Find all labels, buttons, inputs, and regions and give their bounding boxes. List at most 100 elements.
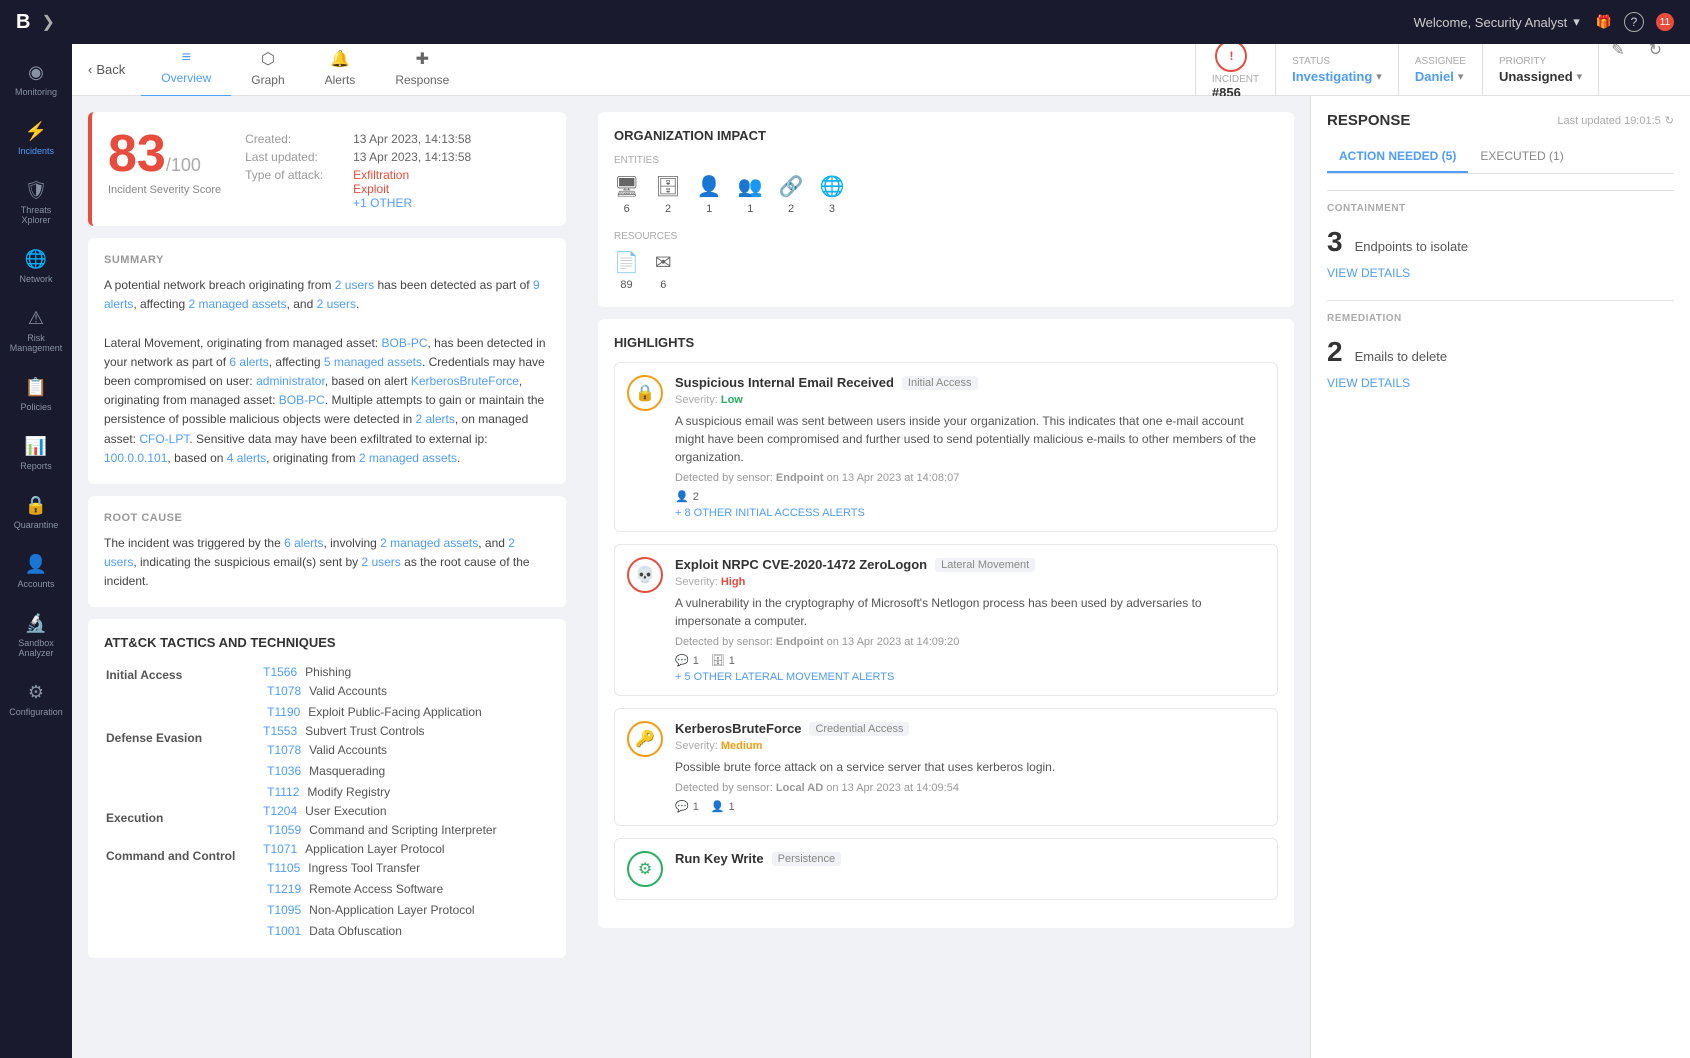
assignee-dropdown[interactable]: Daniel ▾ [1415, 69, 1466, 84]
user-icon: 👤 [697, 174, 722, 199]
incident-meta: ! INCIDENT #856 Status Investigating ▾ A… [1195, 44, 1674, 100]
root-cause-text: The incident was triggered by the 6 aler… [104, 534, 550, 592]
gift-icon[interactable]: 🎁 [1596, 14, 1612, 30]
status-chevron-icon: ▾ [1376, 70, 1382, 83]
attack-table: Initial Access T1566Phishing T1078Valid … [104, 662, 550, 942]
back-arrow-icon: ‹ [88, 62, 92, 77]
entity-computers: 🖥 6 [614, 174, 639, 215]
sidebar-item-policies[interactable]: 📋 Policies [0, 367, 72, 422]
links-icon: 🔗 [779, 174, 804, 199]
containment-view-details[interactable]: VIEW DETAILS [1327, 266, 1674, 280]
brand-logo: B [16, 11, 29, 34]
incident-block: ! INCIDENT #856 [1196, 44, 1276, 100]
email-highlight-icon: 🔒 [627, 375, 663, 411]
sidebar-label-quarantine: Quarantine [14, 520, 59, 530]
sidebar: ◉ Monitoring ⚡ Incidents 🛡 Threats Xplor… [0, 44, 72, 1058]
highlight-kerberos: 🔑 KerberosBruteForce Credential Access S… [614, 708, 1278, 826]
tab-response[interactable]: ✚ Response [375, 44, 469, 98]
status-block: Status Investigating ▾ [1276, 44, 1399, 100]
topbar-icons: 🎁 ? 11 [1596, 12, 1674, 32]
sidebar-item-accounts[interactable]: 👤 Accounts [0, 544, 72, 599]
attack-category-row: Execution T1204User Execution [106, 803, 548, 818]
incident-icon: ! [1215, 44, 1247, 72]
mid-panel: ORGANIZATION IMPACT ENTITIES 🖥 6 🗄 2 👤 [582, 96, 1310, 1058]
policies-icon: 📋 [25, 377, 47, 398]
content-area: ‹ Back ≡ Overview ⬡ Graph 🔔 Alerts ✚ [72, 44, 1690, 1058]
tab-executed[interactable]: EXECUTED (1) [1468, 141, 1575, 173]
sidebar-item-incidents[interactable]: ⚡ Incidents [0, 111, 72, 166]
assignee-chevron-icon: ▾ [1458, 70, 1464, 83]
back-button[interactable]: ‹ Back [88, 62, 125, 77]
more-email-alerts[interactable]: + 8 OTHER INITIAL ACCESS ALERTS [675, 507, 1265, 519]
dropdown-icon[interactable]: ▾ [1573, 14, 1580, 30]
user-count-item: 👤 2 [675, 490, 699, 503]
config-icon: ⚙ [28, 682, 44, 703]
sidebar-label-reports: Reports [20, 461, 52, 471]
refresh-button[interactable]: ↻ [1637, 44, 1674, 100]
tab-action-needed[interactable]: ACTION NEEDED (5) [1327, 141, 1468, 173]
sidebar-label-accounts: Accounts [17, 579, 54, 589]
sidebar-item-reports[interactable]: 📊 Reports [0, 426, 72, 481]
sidebar-item-config[interactable]: ⚙ Configuration [0, 672, 72, 727]
alerts-icon: 🔔 [330, 49, 350, 69]
refresh-icon[interactable]: ↻ [1665, 114, 1674, 127]
summary-text: A potential network breach originating f… [104, 276, 550, 468]
created-row: Created: 13 Apr 2023, 14:13:58 [245, 132, 471, 146]
web-icon: 🌐 [820, 174, 845, 199]
reports-icon: 📊 [25, 436, 47, 457]
resources-row: 📄 89 ✉ 6 [614, 250, 1278, 291]
topbar-left: B ❯ [16, 11, 55, 34]
server-icon: 🗄 [711, 654, 725, 667]
highlight-runkey: ⚙ Run Key Write Persistence [614, 838, 1278, 900]
main-layout: ◉ Monitoring ⚡ Incidents 🛡 Threats Xplor… [0, 44, 1690, 1058]
collapse-button[interactable]: ❯ [41, 12, 54, 32]
highlights-card: HIGHLIGHTS 🔒 Suspicious Internal Email R… [598, 319, 1294, 928]
risk-icon: ⚠ [28, 308, 44, 329]
impact-card: ORGANIZATION IMPACT ENTITIES 🖥 6 🗄 2 👤 [598, 112, 1294, 307]
sidebar-item-monitoring[interactable]: ◉ Monitoring [0, 52, 72, 107]
group-icon: 👥 [738, 174, 763, 199]
status-dropdown[interactable]: Investigating ▾ [1292, 69, 1382, 84]
user2-icon: 👤 [711, 800, 725, 813]
sidebar-label-sandbox: Sandbox Analyzer [8, 638, 64, 658]
sidebar-item-risk[interactable]: ⚠ Risk Management [0, 298, 72, 363]
attack-card: ATT&CK TACTICS AND TECHNIQUES Initial Ac… [88, 619, 566, 958]
entity-web: 🌐 3 [820, 174, 845, 215]
tab-alerts[interactable]: 🔔 Alerts [305, 44, 376, 98]
response-icon: ✚ [416, 49, 429, 69]
more-lateral-alerts[interactable]: + 5 OTHER LATERAL MOVEMENT ALERTS [675, 671, 1265, 683]
welcome-text: Welcome, Security Analyst ▾ [1414, 14, 1580, 30]
sidebar-item-quarantine[interactable]: 🔒 Quarantine [0, 485, 72, 540]
edit-button[interactable]: ✎ [1599, 44, 1636, 100]
exploit-highlight-icon: 💀 [627, 557, 663, 593]
attack-types: Exfiltration Exploit +1 OTHER [353, 168, 412, 210]
assignee-block: Assignee Daniel ▾ [1399, 44, 1483, 100]
sidebar-item-sandbox[interactable]: 🔬 Sandbox Analyzer [0, 603, 72, 668]
files-icon: 📄 [614, 250, 639, 275]
monitoring-icon: ◉ [28, 62, 44, 83]
score-card: 83/100 Incident Severity Score Created: … [88, 112, 566, 226]
sub-header: ‹ Back ≡ Overview ⬡ Graph 🔔 Alerts ✚ [72, 44, 1690, 96]
notification-badge[interactable]: 11 [1656, 13, 1674, 31]
computers-icon: 🖥 [614, 174, 639, 199]
sidebar-label-policies: Policies [20, 402, 51, 412]
network-icon: 🌐 [25, 249, 47, 270]
threats-icon: 🛡 [25, 180, 48, 201]
score-display: 83/100 Incident Severity Score [108, 128, 221, 196]
highlight-email: 🔒 Suspicious Internal Email Received Ini… [614, 362, 1278, 532]
remediation-view-details[interactable]: VIEW DETAILS [1327, 376, 1674, 390]
remediation-section: REMEDIATION 2 Emails to delete VIEW DETA… [1327, 300, 1674, 390]
entities-row: 🖥 6 🗄 2 👤 1 👥 1 [614, 174, 1278, 215]
entity-user: 👤 1 [697, 174, 722, 215]
priority-dropdown[interactable]: Unassigned ▾ [1499, 69, 1582, 84]
priority-block: Priority Unassigned ▾ [1483, 44, 1599, 100]
tab-overview[interactable]: ≡ Overview [141, 44, 231, 98]
response-header: RESPONSE Last updated 19:01:5 ↻ [1327, 112, 1674, 129]
highlight-kerberos-body: KerberosBruteForce Credential Access Sev… [675, 721, 1265, 813]
sidebar-item-network[interactable]: 🌐 Network [0, 239, 72, 294]
nav-tabs: ≡ Overview ⬡ Graph 🔔 Alerts ✚ Response [141, 44, 1195, 98]
right-panel: RESPONSE Last updated 19:01:5 ↻ ACTION N… [1310, 96, 1690, 1058]
help-icon[interactable]: ? [1624, 12, 1644, 32]
tab-graph[interactable]: ⬡ Graph [231, 44, 304, 98]
sidebar-item-threats[interactable]: 🛡 Threats Xplorer [0, 170, 72, 235]
